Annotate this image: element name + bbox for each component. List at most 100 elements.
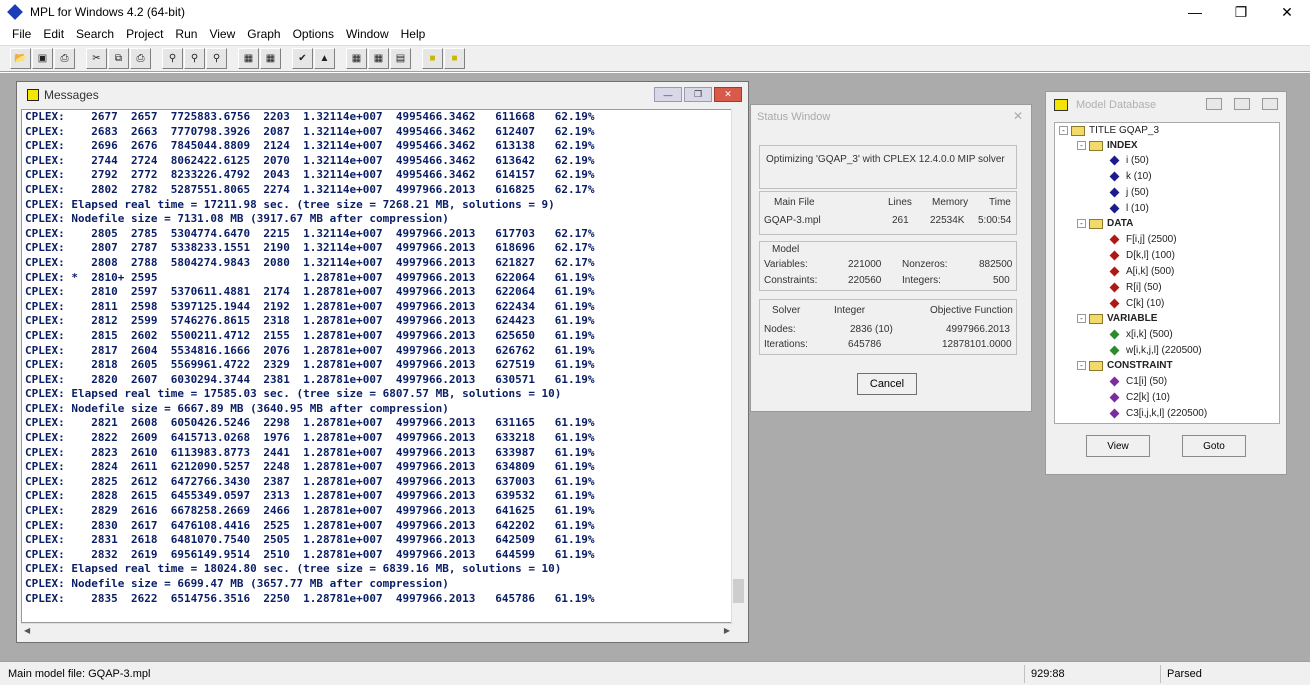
- parse-icon[interactable]: ▦: [238, 48, 259, 69]
- messages-titlebar[interactable]: Messages — ❐ ✕: [17, 82, 748, 108]
- tree-root[interactable]: - TITLE GQAP_3: [1059, 125, 1159, 136]
- tree-item[interactable]: k (10): [1109, 171, 1152, 182]
- tree-item[interactable]: D[k,l] (100): [1109, 250, 1175, 261]
- data-icon: [1109, 282, 1120, 293]
- model-tree[interactable]: - TITLE GQAP_3 - INDEX i (50) k (10) j (…: [1054, 122, 1280, 424]
- tree-item[interactable]: C1[i] (50): [1109, 376, 1167, 387]
- menu-run[interactable]: Run: [169, 27, 203, 41]
- db-icon[interactable]: ▤: [390, 48, 411, 69]
- minimize-icon[interactable]: —: [1172, 0, 1218, 24]
- tree-item[interactable]: i (50): [1109, 155, 1149, 166]
- scroll-right-icon[interactable]: ▶: [724, 626, 730, 635]
- log-line: CPLEX: 2807 2787 5338233.1551 2190 1.321…: [25, 241, 595, 255]
- log-line: CPLEX: 2824 2611 6212090.5257 2248 1.287…: [25, 460, 595, 474]
- close-icon[interactable]: ✕: [714, 87, 742, 102]
- tree-section-label: CONSTRAINT: [1107, 360, 1173, 371]
- collapse-icon[interactable]: -: [1077, 314, 1086, 323]
- db-titlebar[interactable]: Model Database: [1046, 92, 1286, 118]
- copy-icon[interactable]: ⧉: [108, 48, 129, 69]
- status-icon[interactable]: ■: [444, 48, 465, 69]
- menu-help[interactable]: Help: [395, 27, 432, 41]
- tree-item[interactable]: w[i,k,j,l] (220500): [1109, 345, 1202, 356]
- scroll-left-icon[interactable]: ◀: [24, 626, 30, 635]
- tree-section-data[interactable]: - DATA: [1077, 218, 1133, 229]
- tree-item-label: A[i,k] (500): [1126, 266, 1175, 277]
- tree-item[interactable]: l (10): [1109, 203, 1149, 214]
- main-file-value: GQAP-3.mpl: [764, 215, 821, 226]
- menu-graph[interactable]: Graph: [241, 27, 286, 41]
- menu-project[interactable]: Project: [120, 27, 169, 41]
- goto-button[interactable]: Goto: [1182, 435, 1246, 457]
- find-next-icon[interactable]: ⚲: [184, 48, 205, 69]
- menu-edit[interactable]: Edit: [37, 27, 70, 41]
- tree-item-label: k (10): [1126, 171, 1152, 182]
- minimize-icon[interactable]: —: [654, 87, 682, 102]
- tree-item[interactable]: j (50): [1109, 187, 1149, 198]
- tree-item[interactable]: F[i,j] (2500): [1109, 234, 1177, 245]
- integer-header: Integer: [834, 305, 866, 316]
- tree-item[interactable]: C3[i,j,k,l] (220500): [1109, 408, 1208, 419]
- index-icon: [1109, 187, 1120, 198]
- view-button[interactable]: View: [1086, 435, 1150, 457]
- menu-file[interactable]: File: [6, 27, 37, 41]
- replace-icon[interactable]: ⚲: [206, 48, 227, 69]
- tree-item[interactable]: R[i] (50): [1109, 282, 1162, 293]
- open-icon[interactable]: 📂: [10, 48, 31, 69]
- compile-icon[interactable]: ▦: [260, 48, 281, 69]
- minimize-icon[interactable]: [1206, 98, 1222, 110]
- collapse-icon[interactable]: -: [1077, 141, 1086, 150]
- solver-header: Solver: [772, 305, 801, 316]
- collapse-icon[interactable]: -: [1077, 219, 1086, 228]
- view-icon[interactable]: ▦: [368, 48, 389, 69]
- tree-item[interactable]: A[i,k] (500): [1109, 266, 1175, 277]
- log-line: CPLEX: 2818 2605 5569961.4722 2329 1.287…: [25, 358, 595, 372]
- close-icon[interactable]: ✕: [1264, 0, 1310, 24]
- tree-section-constraint[interactable]: - CONSTRAINT: [1077, 360, 1173, 371]
- tree-section-label: INDEX: [1107, 140, 1138, 151]
- folder-icon: [1089, 218, 1103, 229]
- collapse-icon[interactable]: -: [1059, 126, 1068, 135]
- menu-window[interactable]: Window: [340, 27, 395, 41]
- file-header-memory: Memory: [932, 197, 969, 208]
- restore-icon[interactable]: ❐: [684, 87, 712, 102]
- collapse-icon[interactable]: -: [1077, 361, 1086, 370]
- close-icon[interactable]: [1262, 98, 1278, 110]
- cut-icon[interactable]: ✂: [86, 48, 107, 69]
- horizontal-scrollbar[interactable]: ◀ ▶: [21, 623, 733, 638]
- tree-item[interactable]: C2[k] (10): [1109, 392, 1170, 403]
- integers-label: Integers:: [902, 275, 941, 286]
- tree-section-variable[interactable]: - VARIABLE: [1077, 313, 1157, 324]
- print-icon[interactable]: ⎙: [54, 48, 75, 69]
- maximize-icon[interactable]: ❐: [1218, 0, 1264, 24]
- menu-options[interactable]: Options: [287, 27, 340, 41]
- variables-value: 221000: [848, 259, 882, 270]
- close-icon[interactable]: ✕: [1013, 109, 1023, 123]
- cancel-button[interactable]: Cancel: [857, 373, 917, 395]
- tree-item-label: C3[i,j,k,l] (220500): [1126, 408, 1208, 419]
- vertical-scrollbar[interactable]: [731, 109, 744, 623]
- restore-icon[interactable]: [1234, 98, 1250, 110]
- messages-icon[interactable]: ■: [422, 48, 443, 69]
- folder-icon: [1089, 360, 1103, 371]
- status-bar: Main model file: GQAP-3.mpl 929:88 Parse…: [0, 661, 1310, 685]
- nodes-value: 2836 (10): [850, 324, 893, 335]
- messages-log[interactable]: CPLEX: 2677 2657 7725883.6756 2203 1.321…: [21, 109, 733, 623]
- app-titlebar: MPL for Windows 4.2 (64-bit) — ❐ ✕: [0, 0, 1310, 24]
- log-line: CPLEX: 2696 2676 7845044.8809 2124 1.321…: [25, 139, 595, 153]
- tree-section-index[interactable]: - INDEX: [1077, 140, 1138, 151]
- log-line: CPLEX: Nodefile size = 7131.08 MB (3917.…: [25, 212, 449, 226]
- save-icon[interactable]: ▣: [32, 48, 53, 69]
- constraints-label: Constraints:: [764, 275, 818, 286]
- log-line: CPLEX: 2815 2602 5500211.4712 2155 1.287…: [25, 328, 595, 342]
- run-icon[interactable]: ✔: [292, 48, 313, 69]
- graph-icon[interactable]: ▲: [314, 48, 335, 69]
- menu-search[interactable]: Search: [70, 27, 120, 41]
- menu-view[interactable]: View: [203, 27, 241, 41]
- status-titlebar[interactable]: Status Window ✕: [751, 105, 1031, 129]
- find-icon[interactable]: ⚲: [162, 48, 183, 69]
- tree-item[interactable]: x[i,k] (500): [1109, 329, 1173, 340]
- paste-icon[interactable]: ⎙: [130, 48, 151, 69]
- matrix-icon[interactable]: ▦: [346, 48, 367, 69]
- scrollbar-thumb[interactable]: [733, 579, 744, 603]
- tree-item[interactable]: C[k] (10): [1109, 298, 1164, 309]
